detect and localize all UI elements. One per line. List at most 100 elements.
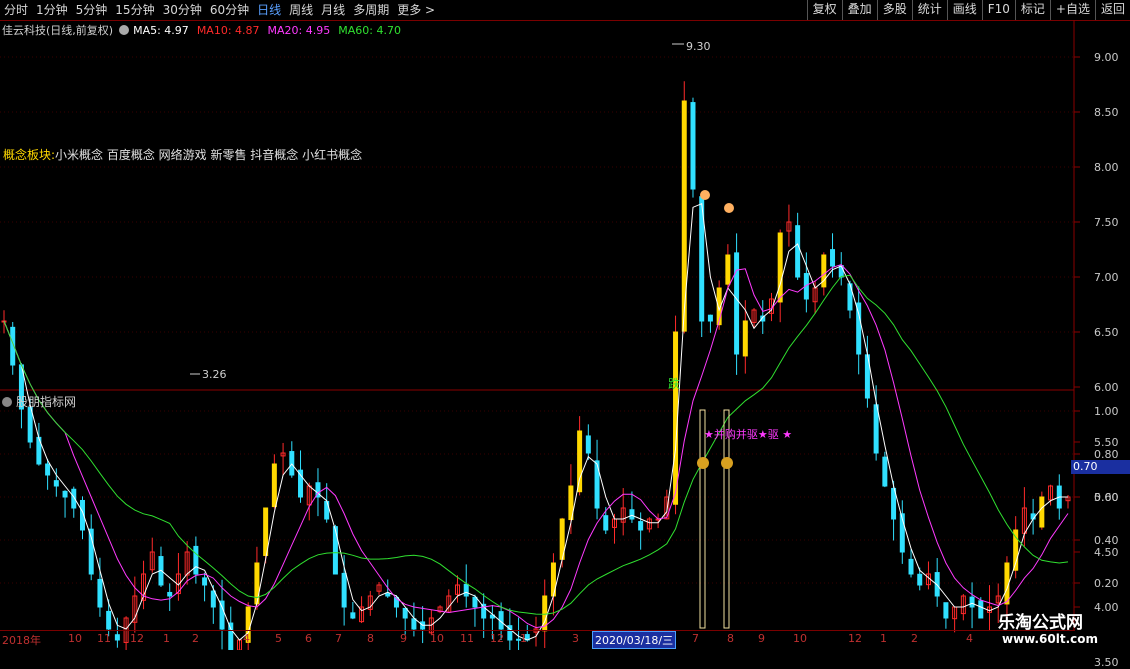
date-tick: 10 bbox=[430, 632, 444, 645]
indicator-tick: 1.00 bbox=[1094, 405, 1119, 418]
candle-body bbox=[917, 573, 923, 586]
signal-dot bbox=[700, 190, 710, 200]
candle-body bbox=[734, 252, 740, 355]
money-bag-icon bbox=[721, 457, 733, 469]
date-tick: 11 bbox=[460, 632, 474, 645]
candle-body bbox=[202, 577, 208, 586]
date-tick: 2018年 bbox=[2, 634, 41, 647]
price-tick: 4.50 bbox=[1094, 546, 1119, 559]
candle-body bbox=[603, 515, 609, 531]
price-tick: 8.00 bbox=[1094, 161, 1119, 174]
candle-body bbox=[908, 558, 914, 575]
signal-dot bbox=[724, 203, 734, 213]
ma5-line bbox=[3, 202, 1068, 641]
candle-body bbox=[298, 469, 304, 498]
date-tick: 8 bbox=[727, 632, 734, 645]
date-tick: 10 bbox=[793, 632, 807, 645]
candle-body bbox=[673, 331, 679, 505]
candle-body bbox=[332, 526, 338, 575]
date-tick: 4 bbox=[966, 632, 973, 645]
price-tick: 4.00 bbox=[1094, 601, 1119, 614]
candle-body bbox=[53, 480, 59, 487]
candle-body bbox=[167, 591, 173, 597]
die-marker: 跌 bbox=[668, 377, 681, 391]
date-tick: 7 bbox=[692, 632, 699, 645]
candle-body bbox=[725, 254, 731, 285]
date-tick: 1 bbox=[880, 632, 887, 645]
watermark-title: 乐淘公式网 bbox=[998, 613, 1083, 633]
money-bag-icon bbox=[697, 457, 709, 469]
candle-body bbox=[577, 430, 583, 493]
date-tick: 9 bbox=[758, 632, 765, 645]
watermark-url: www.60lt.com bbox=[1002, 632, 1099, 646]
candle-body bbox=[463, 583, 469, 597]
low-annotation: 3.26 bbox=[202, 368, 227, 381]
date-tick: 11 bbox=[97, 632, 111, 645]
candle-body bbox=[402, 607, 408, 619]
date-tick: 3 bbox=[572, 632, 579, 645]
candle-body bbox=[193, 545, 199, 575]
date-tick: 9 bbox=[400, 632, 407, 645]
indicator-title[interactable]: 股朋指标网 bbox=[2, 393, 76, 410]
candle-body bbox=[411, 618, 417, 630]
candle-body bbox=[350, 612, 356, 619]
date-tick: 6 bbox=[305, 632, 312, 645]
date-tick: 12 bbox=[848, 632, 862, 645]
candle-body bbox=[62, 490, 68, 498]
date-tick: 4 bbox=[243, 632, 250, 645]
indicator-tick: 0.40 bbox=[1094, 534, 1119, 547]
candle-body bbox=[830, 249, 836, 267]
candle-body bbox=[707, 314, 713, 322]
candle-body bbox=[943, 602, 949, 619]
candle-body bbox=[585, 435, 591, 454]
candle-body bbox=[978, 600, 984, 619]
indicator-tick: 0.60 bbox=[1094, 491, 1119, 504]
price-tick: 7.50 bbox=[1094, 216, 1119, 229]
price-tick: 7.00 bbox=[1094, 271, 1119, 284]
candle-body bbox=[1039, 496, 1045, 528]
candle-body bbox=[742, 320, 748, 357]
candle-body bbox=[27, 407, 33, 443]
candle-body bbox=[838, 265, 844, 278]
candle-body bbox=[873, 404, 879, 454]
date-tick: 5 bbox=[275, 632, 282, 645]
signal-text: ★并购并驱★驱 ★ bbox=[704, 428, 793, 441]
candle-body bbox=[45, 463, 51, 476]
date-tick: 1 bbox=[163, 632, 170, 645]
candle-body bbox=[385, 592, 391, 597]
candle-body bbox=[795, 225, 801, 278]
candle-body bbox=[638, 521, 644, 531]
date-tick: 10 bbox=[68, 632, 82, 645]
date-tick: 12 bbox=[130, 632, 144, 645]
cursor-date: 2020/03/18/三 bbox=[592, 631, 677, 649]
candle-body bbox=[263, 507, 269, 556]
indicator-bar bbox=[699, 409, 706, 629]
date-tick: 2 bbox=[911, 632, 918, 645]
candle-body bbox=[969, 596, 975, 608]
indicator-bar bbox=[723, 409, 730, 629]
candle-body bbox=[472, 596, 478, 608]
candle-body bbox=[690, 102, 696, 190]
price-tick: 6.00 bbox=[1094, 381, 1119, 394]
date-tick: 2 bbox=[192, 632, 199, 645]
price-tick: 9.00 bbox=[1094, 51, 1119, 64]
current-indicator-value: 0.70 bbox=[1071, 460, 1130, 474]
date-tick: 1 bbox=[520, 632, 527, 645]
date-tick: 8 bbox=[367, 632, 374, 645]
high-annotation: 9.30 bbox=[686, 40, 711, 53]
date-tick: 7 bbox=[335, 632, 342, 645]
chevron-down-icon[interactable] bbox=[2, 396, 12, 407]
candle-body bbox=[97, 578, 103, 608]
price-tick: 6.50 bbox=[1094, 326, 1119, 339]
candle-body bbox=[629, 509, 635, 520]
candle-body bbox=[210, 590, 216, 608]
candle-body bbox=[341, 572, 347, 608]
price-tick: 8.50 bbox=[1094, 106, 1119, 119]
candle-body bbox=[882, 456, 888, 487]
date-tick: 12 bbox=[490, 632, 504, 645]
candle-body bbox=[106, 610, 112, 630]
kline-chart[interactable] bbox=[0, 0, 1130, 650]
price-tick: 3.50 bbox=[1094, 656, 1119, 669]
indicator-tick: 0.20 bbox=[1094, 577, 1119, 590]
candle-body bbox=[777, 232, 783, 303]
